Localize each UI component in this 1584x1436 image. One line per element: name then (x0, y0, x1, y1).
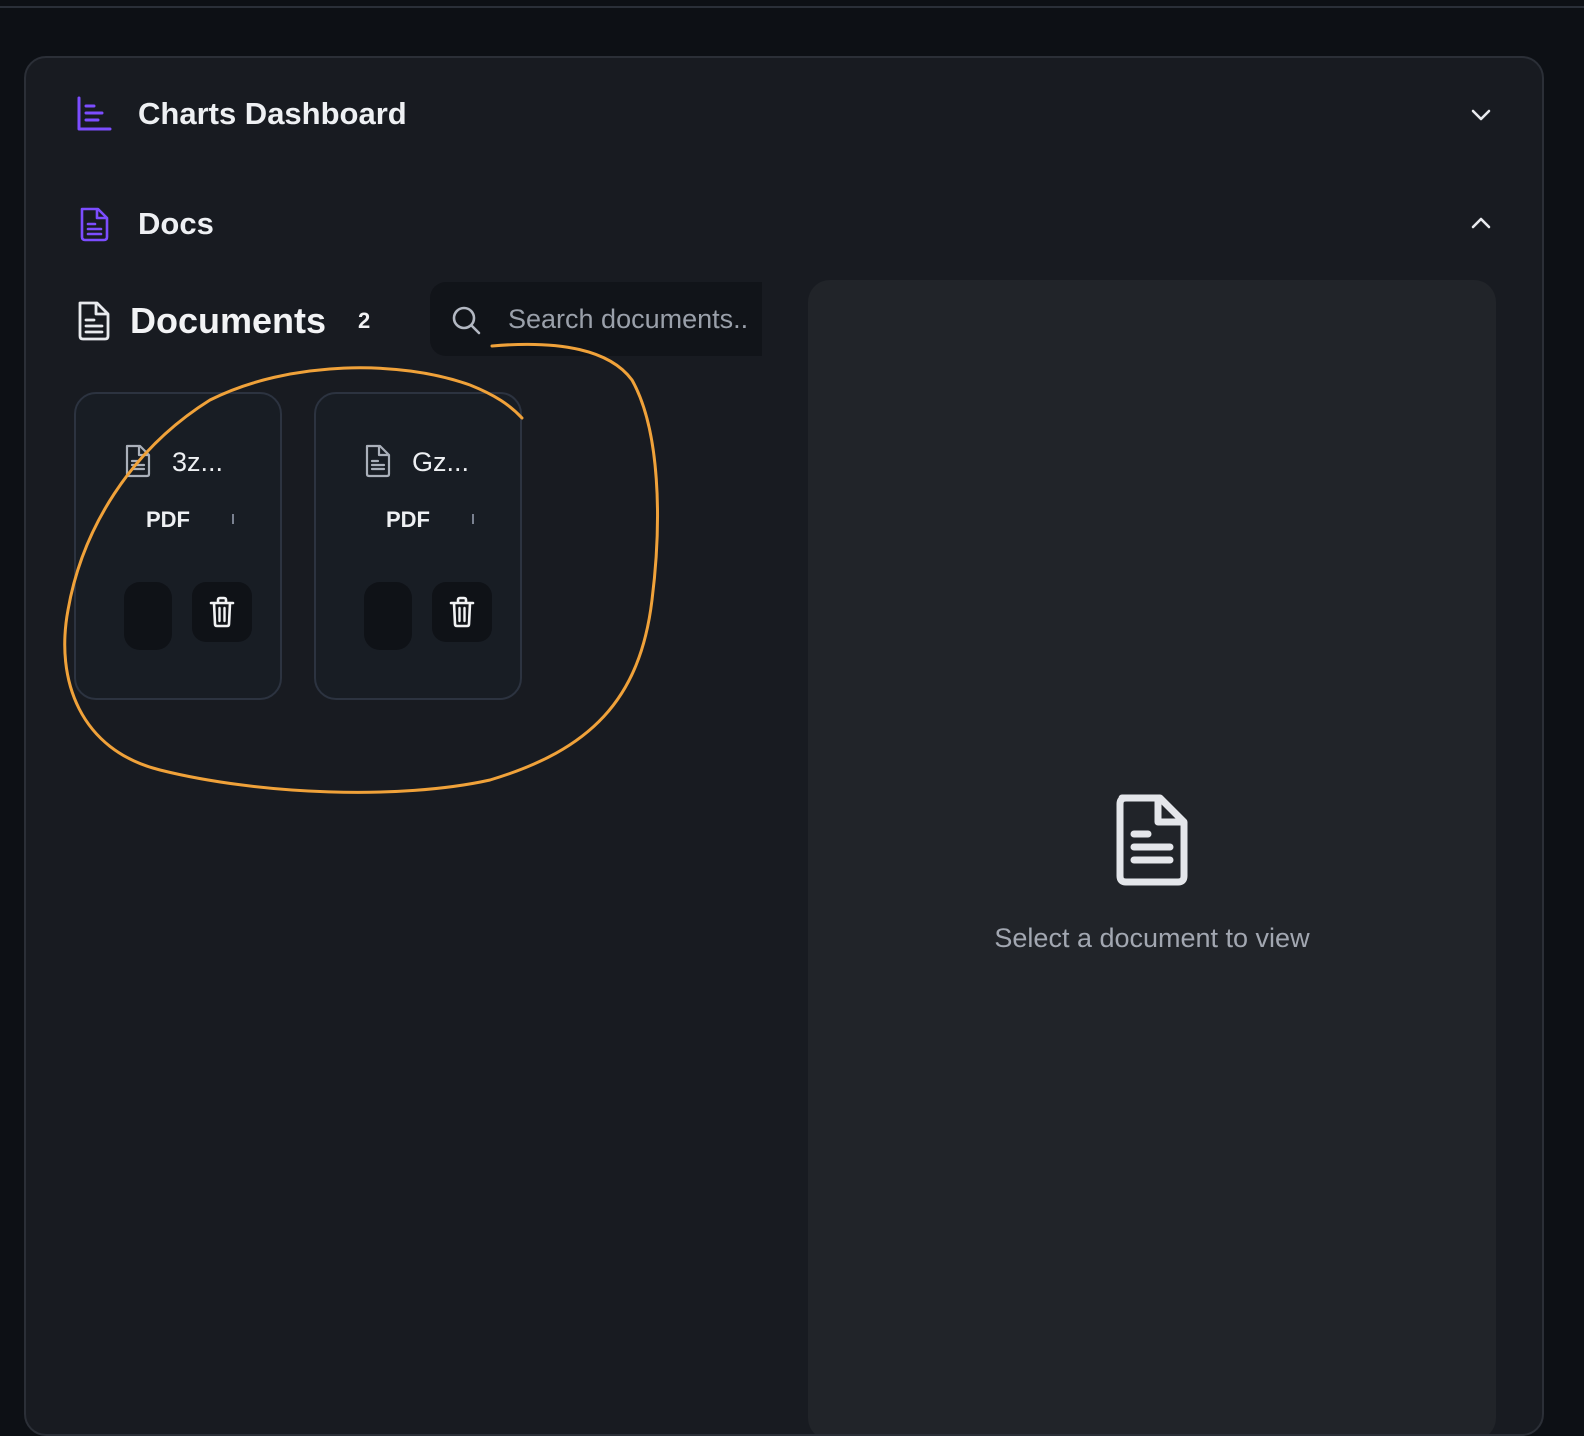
divider (232, 514, 234, 524)
search-icon (452, 306, 481, 335)
documents-count-badge: 2 (358, 308, 371, 333)
documents-title: Documents (130, 300, 327, 341)
section-title: Docs (138, 206, 214, 241)
search-input[interactable] (506, 296, 762, 342)
search-box[interactable] (430, 282, 762, 356)
document-card[interactable]: 3z... PDF (74, 392, 282, 700)
document-icon (80, 207, 109, 242)
chevron-up-icon[interactable] (1468, 210, 1494, 236)
section-docs[interactable]: Docs (26, 188, 1542, 260)
empty-state-message: Select a document to view (994, 923, 1310, 953)
bar-chart-icon (77, 96, 112, 131)
file-icon (125, 444, 151, 478)
document-action-button[interactable] (124, 582, 172, 650)
document-type-label: PDF (146, 507, 190, 532)
document-card[interactable]: Gz... PDF (314, 392, 522, 700)
divider (472, 514, 474, 524)
section-title: Charts Dashboard (138, 96, 407, 131)
document-type-label: PDF (386, 507, 430, 532)
chevron-down-icon[interactable] (1468, 102, 1494, 128)
delete-button[interactable] (432, 582, 492, 642)
main-panel: Charts Dashboard Docs Documents 2 Search… (24, 56, 1544, 1436)
document-icon (78, 301, 110, 341)
top-divider (0, 6, 1584, 8)
delete-button[interactable] (192, 582, 252, 642)
document-viewer: Select a document to view (808, 280, 1496, 1434)
trash-icon (449, 596, 475, 628)
document-name: 3z... (172, 447, 224, 477)
trash-icon (209, 596, 235, 628)
file-icon (365, 444, 391, 478)
document-action-button[interactable] (364, 582, 412, 650)
document-name: Gz... (412, 447, 470, 477)
document-icon (1116, 794, 1188, 886)
section-charts-dashboard[interactable]: Charts Dashboard (26, 78, 1542, 150)
